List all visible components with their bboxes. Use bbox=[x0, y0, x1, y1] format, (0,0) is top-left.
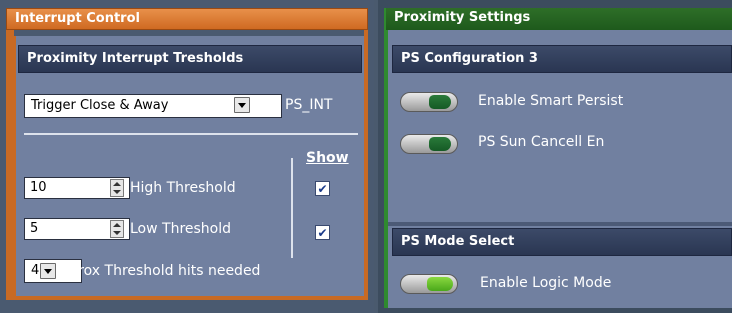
proximity-thresholds-header: Proximity Interrupt Tresholds bbox=[18, 45, 362, 73]
check-icon: ✔ bbox=[317, 181, 328, 196]
chevron-down-icon bbox=[44, 268, 52, 274]
interrupt-control-border-bottom bbox=[6, 296, 368, 300]
sun-cancel-toggle[interactable] bbox=[400, 134, 458, 154]
ps-configuration-3-header: PS Configuration 3 bbox=[392, 45, 732, 73]
show-column-header: Show bbox=[306, 150, 349, 166]
enable-logic-mode-toggle[interactable] bbox=[400, 274, 458, 294]
toggle-switch-icon bbox=[429, 137, 451, 151]
section-divider bbox=[388, 222, 732, 226]
threshold-hits-dropdown-button[interactable] bbox=[40, 263, 56, 279]
toggle-switch-icon bbox=[429, 95, 451, 109]
proximity-settings-border-left bbox=[384, 8, 388, 308]
divider bbox=[24, 133, 358, 135]
spinner-down-icon[interactable] bbox=[113, 190, 121, 194]
sun-cancel-label: PS Sun Cancell En bbox=[478, 134, 605, 150]
toggle-switch-icon bbox=[427, 277, 453, 291]
low-threshold-show-checkbox[interactable]: ✔ bbox=[315, 225, 330, 240]
low-threshold-value: 5 bbox=[30, 221, 39, 236]
threshold-hits-label: Prox Threshold hits needed bbox=[70, 263, 261, 279]
spinner-up-icon[interactable] bbox=[113, 223, 121, 227]
spinner-up-icon[interactable] bbox=[113, 182, 121, 186]
ps-mode-select-header: PS Mode Select bbox=[392, 228, 732, 256]
enable-logic-mode-label: Enable Logic Mode bbox=[480, 275, 612, 291]
enable-smart-persist-label: Enable Smart Persist bbox=[478, 93, 624, 109]
spinner-down-icon[interactable] bbox=[113, 231, 121, 235]
interrupt-mode-value: Trigger Close & Away bbox=[31, 98, 169, 113]
high-threshold-label: High Threshold bbox=[130, 180, 236, 196]
vertical-divider bbox=[291, 158, 293, 258]
high-threshold-spinner[interactable] bbox=[110, 179, 124, 197]
enable-smart-persist-toggle[interactable] bbox=[400, 92, 458, 112]
chevron-down-icon bbox=[238, 102, 246, 108]
ps-int-label: PS_INT bbox=[285, 97, 333, 113]
low-threshold-spinner[interactable] bbox=[110, 220, 124, 238]
high-threshold-show-checkbox[interactable]: ✔ bbox=[315, 181, 330, 196]
interrupt-mode-dropdown-button[interactable] bbox=[234, 97, 250, 113]
check-icon: ✔ bbox=[317, 225, 328, 240]
low-threshold-label: Low Threshold bbox=[130, 221, 232, 237]
proximity-settings-title: Proximity Settings bbox=[386, 8, 732, 30]
threshold-hits-value: 4 bbox=[31, 263, 40, 278]
high-threshold-value: 10 bbox=[30, 180, 47, 195]
interrupt-control-border-left bbox=[6, 30, 14, 300]
interrupt-control-title: Interrupt Control bbox=[6, 8, 368, 30]
